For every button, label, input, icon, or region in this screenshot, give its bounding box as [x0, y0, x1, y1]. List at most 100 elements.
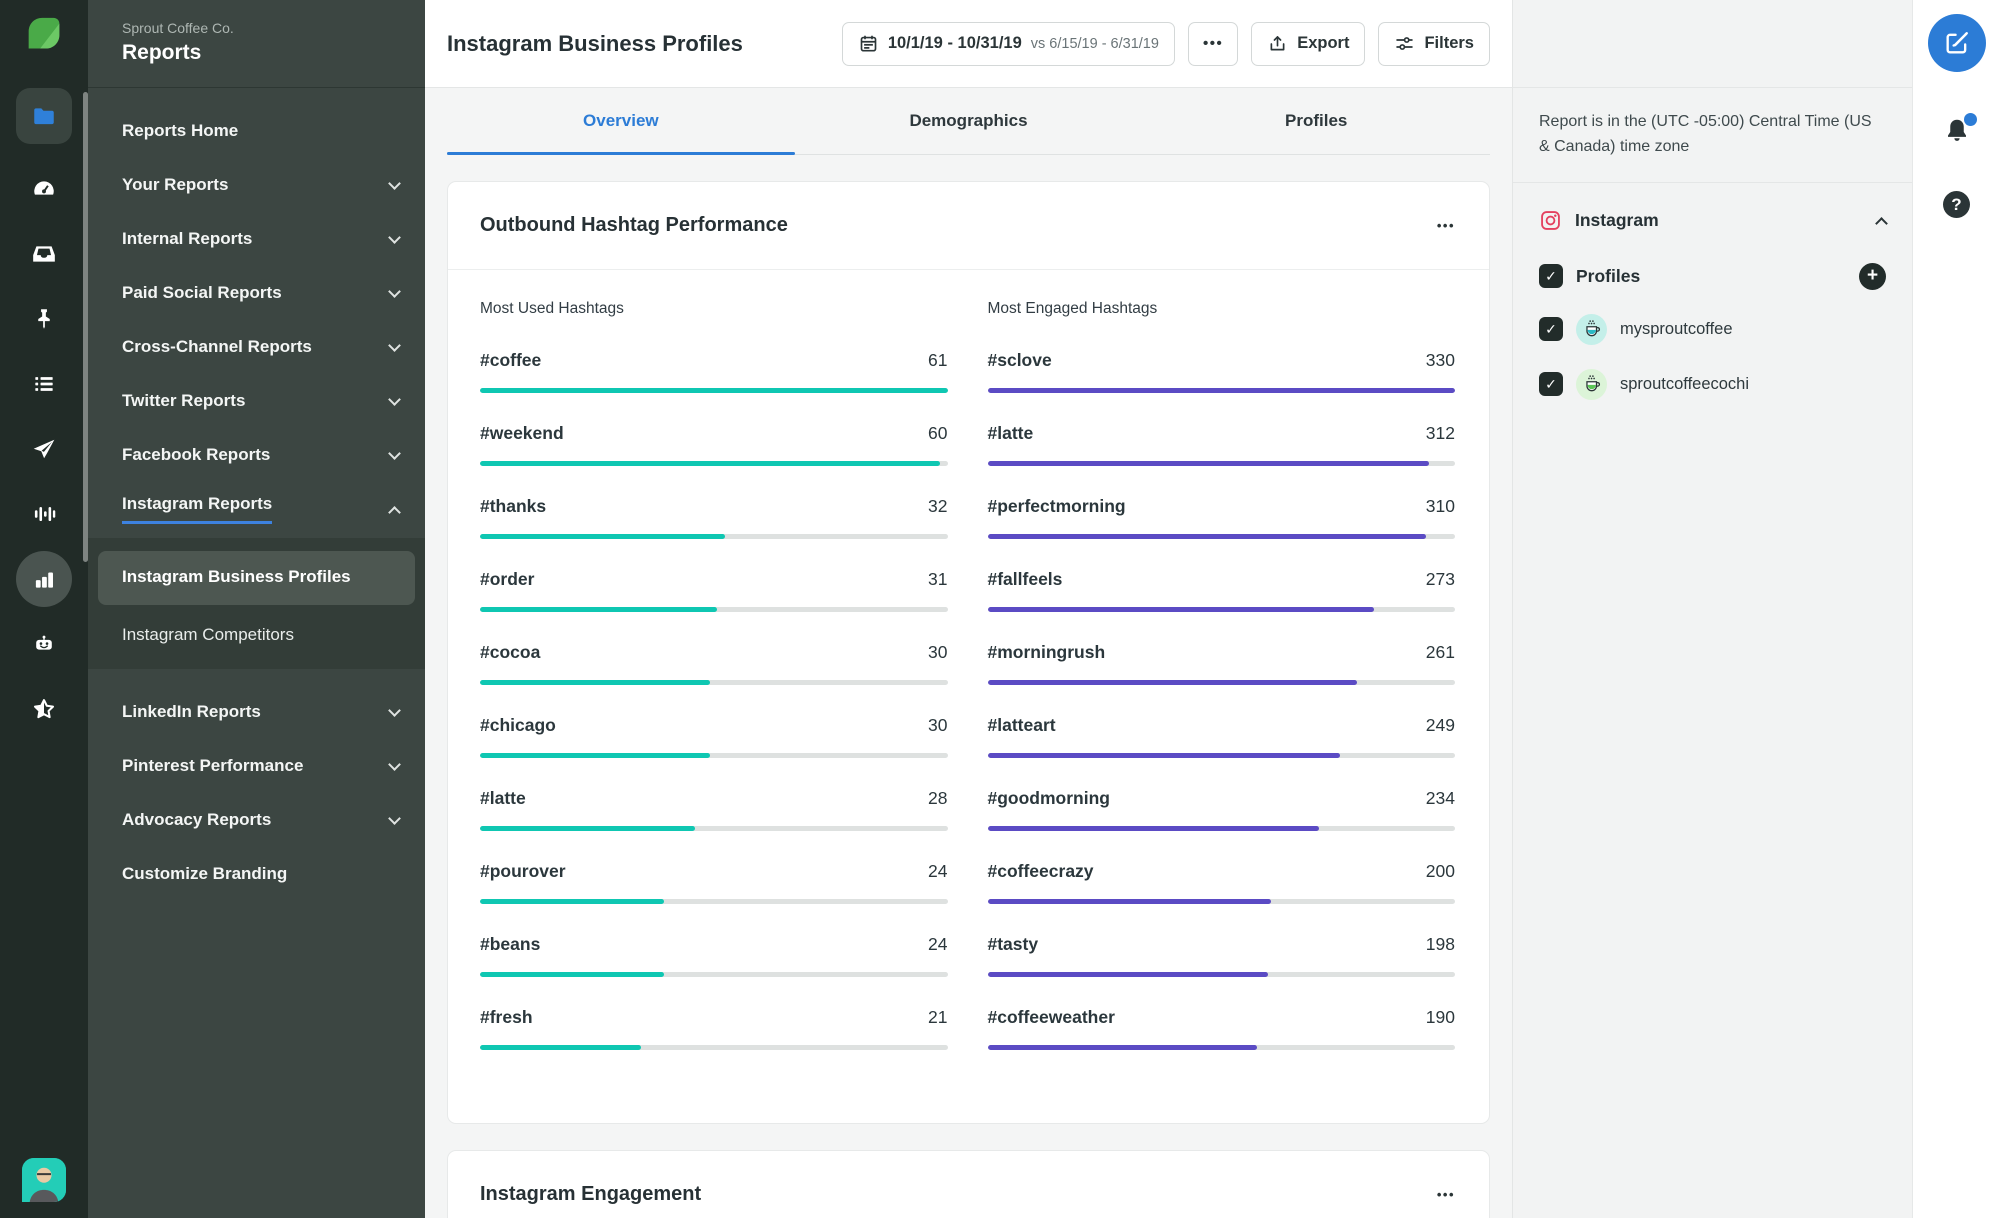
- hashtag-label: #latteart: [987, 715, 1056, 735]
- sidebar-item-instagram-reports[interactable]: Instagram Reports: [88, 482, 425, 536]
- notifications-button[interactable]: [1942, 113, 1977, 151]
- profile-row: ✓ mysproutcoffee: [1539, 313, 1886, 345]
- sprout-logo-icon[interactable]: [21, 14, 67, 60]
- inbox-nav-icon[interactable]: [24, 234, 64, 274]
- reports-nav-icon[interactable]: [16, 551, 72, 607]
- dashboard-nav-icon[interactable]: [24, 169, 64, 209]
- date-range-button[interactable]: 10/1/19 - 10/31/19 vs 6/15/19 - 6/31/19: [841, 21, 1175, 66]
- hashtag-label: #beans: [480, 934, 541, 954]
- hashtag-label: #latte: [480, 788, 526, 808]
- chevron-up-icon[interactable]: [1875, 217, 1888, 230]
- sidebar-item-cross-channel-reports[interactable]: Cross-Channel Reports: [88, 320, 425, 374]
- sidebar-item-your-reports[interactable]: Your Reports: [88, 158, 425, 212]
- hashtag-row: #fresh 21: [480, 1007, 948, 1050]
- hashtag-value: 21: [928, 1007, 948, 1027]
- more-icon: •••: [1202, 35, 1224, 52]
- tab-label: Overview: [583, 111, 659, 130]
- hashtag-label: #coffeecrazy: [987, 861, 1094, 881]
- hashtag-bar-track: [987, 388, 1455, 393]
- sidebar-item-reports-home[interactable]: Reports Home: [88, 104, 425, 158]
- chevron-down-icon: [388, 284, 401, 298]
- hashtag-bar-fill: [480, 899, 664, 904]
- profile-avatar: [1576, 368, 1607, 400]
- filters-button[interactable]: Filters: [1378, 21, 1490, 66]
- hashtag-bar-track: [480, 1045, 948, 1050]
- hashtag-label: #morningrush: [987, 642, 1106, 662]
- add-profile-button[interactable]: +: [1859, 262, 1886, 290]
- more-options-button[interactable]: •••: [1187, 21, 1239, 66]
- hashtag-bar-track: [480, 461, 948, 466]
- sidebar-item-paid-social-reports[interactable]: Paid Social Reports: [88, 266, 425, 320]
- publishing-nav-icon[interactable]: [24, 429, 64, 469]
- hashtag-bar-track: [987, 461, 1455, 466]
- hashtag-label: #chicago: [480, 715, 556, 735]
- most-engaged-hashtags-list: Most Engaged Hashtags #sclove 330 #latte 31…: [987, 300, 1455, 1123]
- pinned-nav-icon[interactable]: [24, 299, 64, 339]
- sidebar-item-customize-branding[interactable]: Customize Branding: [88, 847, 425, 901]
- pushpin-icon: [38, 309, 50, 329]
- sidebar-item-label: Facebook Reports: [122, 445, 271, 464]
- page-title: Instagram Business Profiles: [447, 30, 743, 56]
- most-used-hashtags-list: Most Used Hashtags #coffee 61 #weekend 60 #t…: [480, 300, 948, 1123]
- listening-nav-icon[interactable]: [24, 494, 64, 534]
- hashtag-bar-fill: [480, 534, 726, 539]
- date-range-value: 10/1/19 - 10/31/19: [887, 34, 1022, 52]
- sidebar-item-linkedin-reports[interactable]: LinkedIn Reports: [88, 685, 425, 739]
- hashtag-value: 273: [1425, 569, 1455, 589]
- hashtag-bar-track: [480, 607, 948, 612]
- hashtag-row: #latte 312: [987, 423, 1455, 466]
- hashtag-bar-fill: [480, 1045, 641, 1050]
- card-more-icon[interactable]: •••: [1435, 212, 1457, 239]
- main-area: Instagram Business Profiles 10/1/19 - 10…: [425, 0, 1512, 1218]
- hashtag-value: 31: [928, 569, 948, 589]
- sidebar-item-label: Pinterest Performance: [122, 756, 304, 776]
- hashtag-row: #order 31: [480, 569, 948, 612]
- sidebar-title: Reports: [122, 41, 202, 64]
- sidebar-header: Sprout Coffee Co. Reports: [88, 0, 425, 88]
- folders-nav-icon[interactable]: [16, 88, 72, 144]
- export-button[interactable]: Export: [1251, 21, 1366, 66]
- sidebar-item-internal-reports[interactable]: Internal Reports: [88, 212, 425, 266]
- profiles-checkbox[interactable]: ✓: [1539, 264, 1563, 289]
- chevron-down-icon: [388, 703, 401, 717]
- hashtag-row: #coffee 61: [480, 350, 948, 393]
- help-button[interactable]: ?: [1943, 191, 1970, 218]
- sidebar-subitem-instagram-competitors[interactable]: Instagram Competitors: [88, 605, 425, 653]
- instagram-network-row[interactable]: Instagram: [1539, 203, 1888, 239]
- card-more-icon[interactable]: •••: [1435, 1181, 1457, 1208]
- sidebar-subitem-instagram-business-profiles[interactable]: Instagram Business Profiles: [98, 551, 415, 606]
- hashtag-value: 190: [1425, 1007, 1455, 1027]
- hashtag-bar-fill: [480, 826, 695, 831]
- profile-name[interactable]: mysproutcoffee: [1620, 320, 1733, 339]
- sidebar-nav-top: Reports Home Your Reports Internal Reports…: [88, 88, 425, 536]
- profile-checkbox[interactable]: ✓: [1539, 317, 1563, 342]
- hashtag-row: #chicago 30: [480, 715, 948, 758]
- robot-icon: [36, 635, 52, 650]
- hashtag-row: #thanks 32: [480, 496, 948, 539]
- sidebar-item-twitter-reports[interactable]: Twitter Reports: [88, 374, 425, 428]
- sidebar-item-facebook-reports[interactable]: Facebook Reports: [88, 428, 425, 482]
- card-header: Instagram Engagement •••: [448, 1151, 1489, 1218]
- tasks-nav-icon[interactable]: [24, 364, 64, 404]
- profile-name[interactable]: sproutcoffeecochi: [1620, 375, 1749, 394]
- sidebar-item-pinterest-performance[interactable]: Pinterest Performance: [88, 739, 425, 793]
- filters-label: Filters: [1424, 34, 1474, 52]
- hashtag-bar-track: [987, 680, 1455, 685]
- inbox-icon: [33, 246, 55, 262]
- compose-button[interactable]: [1927, 14, 1986, 72]
- chevron-down-icon: [388, 446, 401, 460]
- user-avatar[interactable]: [22, 1158, 66, 1202]
- hashtag-value: 61: [928, 350, 948, 370]
- compose-pencil-icon: [1946, 32, 1968, 54]
- profile-checkbox[interactable]: ✓: [1539, 372, 1563, 397]
- automation-nav-icon[interactable]: [24, 624, 64, 664]
- favorites-nav-icon[interactable]: [24, 689, 64, 729]
- hashtag-bar-fill: [987, 534, 1427, 539]
- hashtag-columns: Most Used Hashtags #coffee 61 #weekend 60 #t…: [448, 270, 1489, 1123]
- card-title: Instagram Engagement: [480, 1183, 702, 1205]
- sidebar-item-advocacy-reports[interactable]: Advocacy Reports: [88, 793, 425, 847]
- tab-demographics[interactable]: Demographics: [795, 88, 1143, 154]
- hashtag-row: #pourover 24: [480, 861, 948, 904]
- tab-profiles[interactable]: Profiles: [1142, 88, 1490, 154]
- tab-overview[interactable]: Overview: [447, 88, 795, 155]
